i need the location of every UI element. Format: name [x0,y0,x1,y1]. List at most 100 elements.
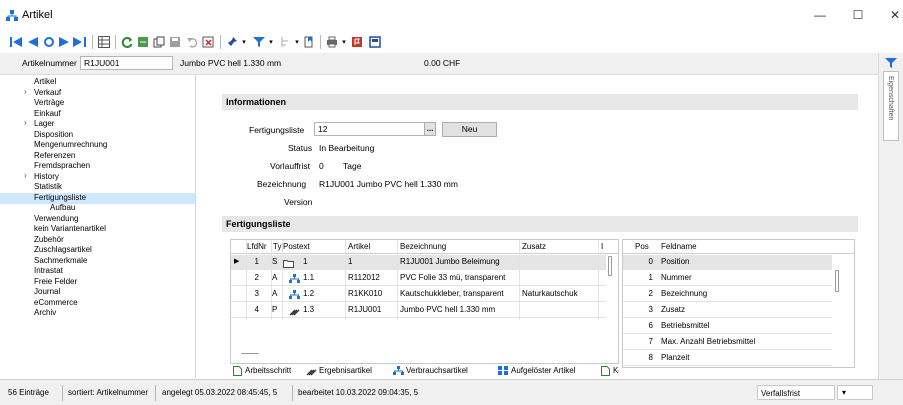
tree-item[interactable]: Sachmerkmale [34,256,87,265]
save-icon[interactable] [169,36,181,48]
artikelnummer-label: Artikelnummer [22,58,77,68]
table-row[interactable]: 3 A 1.2 R1KK010 Kautschukkleber, transparent… [231,287,606,302]
article-price: 0.00 CHF [424,58,461,68]
prev-record-icon[interactable] [27,36,39,48]
extra-icon[interactable] [369,36,381,48]
col-extra[interactable]: I [601,242,603,251]
tree-item[interactable]: Zubehör [34,235,64,244]
tree-item[interactable]: Fertigungsliste [0,192,195,204]
grid-view-icon[interactable] [98,36,110,48]
delete-icon[interactable] [202,36,214,48]
last-record-icon[interactable] [73,36,87,48]
edited-status: bearbeitet 10.03.2022 09:04:35, 5 [298,388,419,397]
tree-item[interactable]: History [34,172,59,181]
column-divider [271,240,272,320]
bookmark-icon[interactable] [303,36,315,48]
refresh-nav-icon[interactable] [43,36,55,48]
list-item[interactable]: 2 Bezeichnung [623,287,832,302]
tree-item[interactable]: Referenzen [34,151,75,160]
list-item[interactable]: 1 Nummer [623,271,832,286]
tree-item[interactable]: Verwendung [34,214,78,223]
tree-item[interactable]: Verkauf [34,88,61,97]
cell-feldname: Nummer [661,273,692,282]
tree-item[interactable]: Aufbau [50,203,75,212]
list-item[interactable]: 6 Betriebsmittel [623,319,832,334]
table-row[interactable]: ▶ 1 S 1 1 R1JU001 Jumbo Beleimung [231,255,606,270]
list-item[interactable]: 8 Planzeit [623,351,832,366]
informationen-section-header: Informationen [222,94,858,110]
sort-dropdown-icon[interactable]: ▾ [293,34,301,50]
app-icon [6,10,18,21]
copy-icon[interactable] [153,36,165,48]
component-icon [289,290,300,299]
tree-item[interactable]: eCommerce [34,298,78,307]
properties-tab[interactable]: Eigenschaften [883,71,899,141]
col-feldname[interactable]: Feldname [661,242,697,251]
export-icon[interactable] [137,36,149,48]
close-button[interactable]: ✕ [888,8,902,22]
pin-dropdown-icon[interactable]: ▾ [240,34,248,50]
tree-item[interactable]: Lager [34,119,54,128]
filter-icon[interactable] [253,36,265,48]
tree-item[interactable]: Intrastat [34,266,63,275]
bezeichnung-value[interactable]: R1JU001 Jumbo PVC hell 1.330 mm [319,179,458,189]
feldliste-scrollbar-thumb[interactable] [835,270,839,292]
fertigungsliste-grid: LfdNr Ty Postext Artikel Bezeichnung Zus… [230,239,619,364]
tree-item[interactable]: Verträge [34,98,64,107]
list-item[interactable]: 3 Zusatz [623,303,832,318]
table-row[interactable]: 4 P 1.3 R1JU001 Jumbo PVC hell 1.330 mm [231,303,606,318]
tree-item[interactable]: Disposition [34,130,73,139]
column-divider [345,240,346,320]
grid-scrollbar-thumb[interactable] [608,256,612,276]
reload-icon[interactable] [121,36,133,48]
print-icon[interactable] [326,36,338,48]
pin-icon[interactable] [226,36,238,48]
filter-field-select[interactable]: Verfallsfrist [757,385,835,400]
col-zusatz[interactable]: Zusatz [522,242,546,251]
neu-button[interactable]: Neu [442,122,497,137]
sort-icon[interactable] [279,36,291,48]
list-item[interactable]: 0 Position [623,255,832,270]
artikelnummer-field[interactable]: R1JU001 [80,56,173,70]
chevron-right-icon[interactable]: › [24,118,27,127]
minimize-button[interactable]: — [813,8,827,22]
tree-item[interactable]: Mengenumrechnung [34,140,107,149]
filter-operator-select[interactable]: ▾ [837,385,873,400]
table-row[interactable]: 2 A 1.1 R112012 PVC Folie 33 mü, transparent [231,271,606,286]
col-pos[interactable]: Pos [635,242,649,251]
component-icon [289,274,300,283]
next-record-icon[interactable] [58,36,70,48]
tree-item[interactable]: Fremdsprachen [34,161,90,170]
print-dropdown-icon[interactable]: ▾ [340,34,348,50]
tree-item[interactable]: Einkauf [34,109,61,118]
tree-item[interactable]: Zuschlagsartikel [34,245,92,254]
list-item[interactable]: 7 Max. Anzahl Betriebsmittel [623,335,832,350]
col-bezeichnung[interactable]: Bezeichnung [400,242,446,251]
record-count: 56 Einträge [8,388,49,397]
cell-bezeichnung: PVC Folie 33 mü, transparent [400,273,506,282]
tree-item[interactable]: kein Variantenartikel [34,224,106,233]
col-lfdnr[interactable]: LfdNr [247,242,267,251]
col-postext[interactable]: Postext [283,242,310,251]
tree-item[interactable]: Artikel [34,77,56,86]
fertigungsliste-field[interactable]: 12 [314,122,426,136]
undo-icon[interactable] [186,36,198,48]
chevron-right-icon[interactable]: › [24,87,27,96]
maximize-button[interactable]: ☐ [851,8,865,22]
filter-dropdown-icon[interactable]: ▾ [267,34,275,50]
fertigungsliste-grid-header: LfdNr Ty Postext Artikel Bezeichnung Zus… [231,240,618,254]
tree-item[interactable]: Statistik [34,182,62,191]
flag-icon[interactable] [351,36,363,48]
chevron-right-icon[interactable]: › [24,171,27,180]
col-typ[interactable]: Ty [273,242,281,251]
first-record-icon[interactable] [10,36,24,48]
tree-item[interactable]: Freie Felder [34,277,77,286]
tree-item[interactable]: Archiv [34,308,56,317]
cell-postext: 1 [303,257,308,266]
grid-hscroll-thumb[interactable] [241,353,259,354]
col-artikel[interactable]: Artikel [348,242,370,251]
vorlauffrist-value[interactable]: 0 [319,161,324,171]
tree-item[interactable]: Journal [34,287,60,296]
filter-panel-icon[interactable] [885,57,897,69]
fertigungsliste-browse-button[interactable]: ... [424,122,436,136]
